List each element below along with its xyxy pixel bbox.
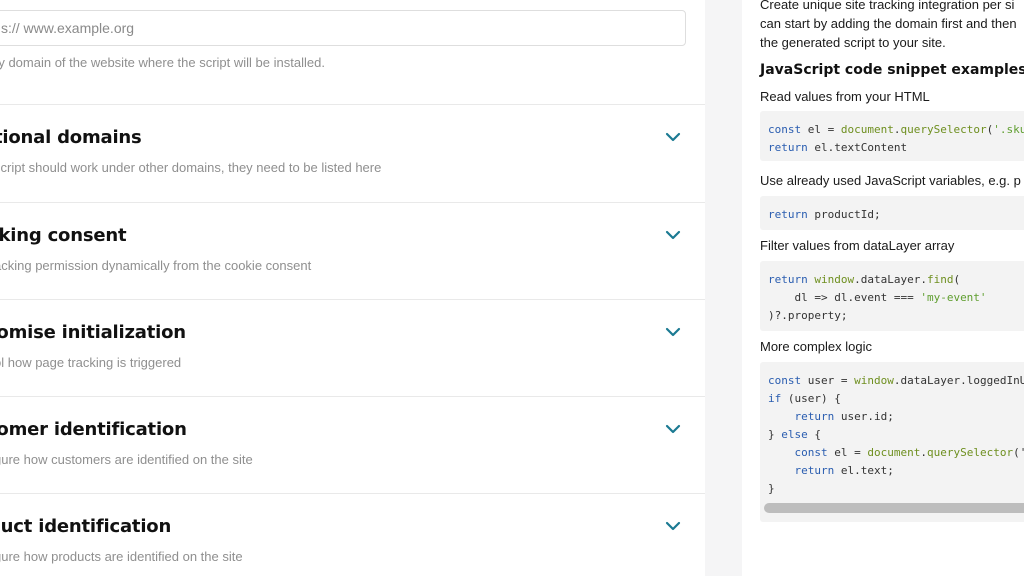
code-token: return	[768, 208, 808, 221]
intro-line: the generated script to your site.	[760, 35, 946, 50]
code-token: productId;	[807, 208, 881, 221]
code-token: find	[926, 273, 954, 286]
code-block: return window.dataLayer.find( dl => dl.e…	[760, 261, 1024, 331]
chevron-down-icon[interactable]	[664, 228, 682, 242]
intro-text: Create unique site tracking integration …	[760, 0, 1024, 52]
code-token: else	[781, 428, 808, 441]
code-line: dl => dl.event === 'my-event'	[768, 289, 1024, 307]
code-token: return	[794, 464, 835, 477]
example-title: Filter values from dataLayer array	[760, 238, 955, 253]
code-token: el =	[801, 123, 841, 136]
code-token: document	[840, 123, 894, 136]
code-token: window	[854, 374, 894, 387]
example-title: More complex logic	[760, 339, 872, 354]
code-block: const user = window.dataLayer.loggedInU i…	[760, 362, 1024, 522]
code-token: user =	[801, 374, 855, 387]
section-customise-initialization[interactable]: tomise initialization ol how page tracki…	[0, 299, 705, 397]
code-token: querySelector	[926, 446, 1014, 459]
code-line: return productId;	[768, 206, 1024, 224]
code-line: return el.text;	[768, 462, 1024, 480]
section-description: gure how products are identified on the …	[0, 549, 243, 564]
code-line: return user.id;	[768, 408, 1024, 426]
section-additional-domains[interactable]: itional domains script should work under…	[0, 104, 705, 202]
code-horizontal-scrollbar[interactable]	[764, 503, 1024, 513]
code-token: (	[953, 273, 961, 286]
section-title: cking consent	[0, 225, 127, 246]
section-title: tomise initialization	[0, 322, 186, 343]
code-token: el =	[827, 446, 868, 459]
section-product-identification[interactable]: duct identification gure how products ar…	[0, 493, 705, 576]
code-token: user.id;	[834, 410, 894, 423]
code-line: } else {	[768, 426, 1024, 444]
help-sidebar: Create unique site tracking integration …	[742, 0, 1024, 576]
chevron-down-icon[interactable]	[664, 519, 682, 533]
section-description: ol how page tracking is triggered	[0, 355, 182, 370]
domain-hint: ry domain of the website where the scrip…	[0, 55, 325, 70]
code-token: .dataLayer.	[854, 273, 927, 286]
snippets-heading: JavaScript code snippet examples	[760, 62, 1024, 78]
settings-panel: ry domain of the website where the scrip…	[0, 0, 705, 576]
code-token: (user) {	[781, 392, 841, 405]
code-line: return el.textContent	[768, 139, 1024, 157]
intro-line: can start by adding the domain first and…	[760, 16, 1017, 31]
code-token: {	[807, 428, 821, 441]
code-line: const el = document.querySelector('	[768, 444, 1024, 462]
intro-line: Create unique site tracking integration …	[760, 0, 1015, 12]
code-token: return	[768, 273, 808, 286]
code-block: const el = document.querySelector('.sku r…	[760, 111, 1024, 161]
code-token: const	[794, 446, 828, 459]
code-token: }	[768, 482, 775, 495]
code-token: el.text;	[834, 464, 894, 477]
section-tracking-consent[interactable]: cking consent acking permission dynamica…	[0, 202, 705, 300]
code-line: if (user) {	[768, 390, 1024, 408]
code-token: )?.property;	[768, 309, 848, 322]
code-token: window	[814, 273, 855, 286]
code-line: const user = window.dataLayer.loggedInU	[768, 372, 1024, 390]
domain-input[interactable]	[0, 10, 686, 46]
section-title: tomer identification	[0, 419, 187, 440]
code-token: 'my-event'	[920, 291, 987, 304]
section-title: itional domains	[0, 127, 142, 148]
code-token: ('	[1013, 446, 1024, 459]
chevron-down-icon[interactable]	[664, 325, 682, 339]
code-line: return window.dataLayer.find(	[768, 271, 1024, 289]
code-token: if	[768, 392, 782, 405]
code-line: const el = document.querySelector('.sku	[768, 121, 1024, 139]
example-title: Use already used JavaScript variables, e…	[760, 173, 1021, 188]
code-token: el.textContent	[807, 141, 908, 154]
section-title: duct identification	[0, 516, 172, 537]
chevron-down-icon[interactable]	[664, 422, 682, 436]
code-token: .dataLayer.loggedInU	[893, 374, 1024, 387]
code-token: const	[768, 123, 802, 136]
section-description: acking permission dynamically from the c…	[0, 258, 312, 273]
code-token: return	[794, 410, 835, 423]
code-token: .	[920, 446, 927, 459]
section-description: script should work under other domains, …	[0, 160, 382, 175]
code-token: }	[768, 428, 782, 441]
code-token: document	[867, 446, 921, 459]
code-token: '.sku	[993, 123, 1024, 136]
code-token: const	[768, 374, 802, 387]
code-line: }	[768, 480, 1024, 498]
section-description: gure how customers are identified on the…	[0, 452, 253, 467]
code-token: dl => dl.event ===	[768, 291, 921, 304]
chevron-down-icon[interactable]	[664, 130, 682, 144]
code-token: return	[768, 141, 808, 154]
code-token: querySelector	[900, 123, 987, 136]
section-customer-identification[interactable]: tomer identification gure how customers …	[0, 396, 705, 494]
code-block: return productId;	[760, 196, 1024, 230]
example-title: Read values from your HTML	[760, 89, 930, 104]
code-line: )?.property;	[768, 307, 1024, 325]
